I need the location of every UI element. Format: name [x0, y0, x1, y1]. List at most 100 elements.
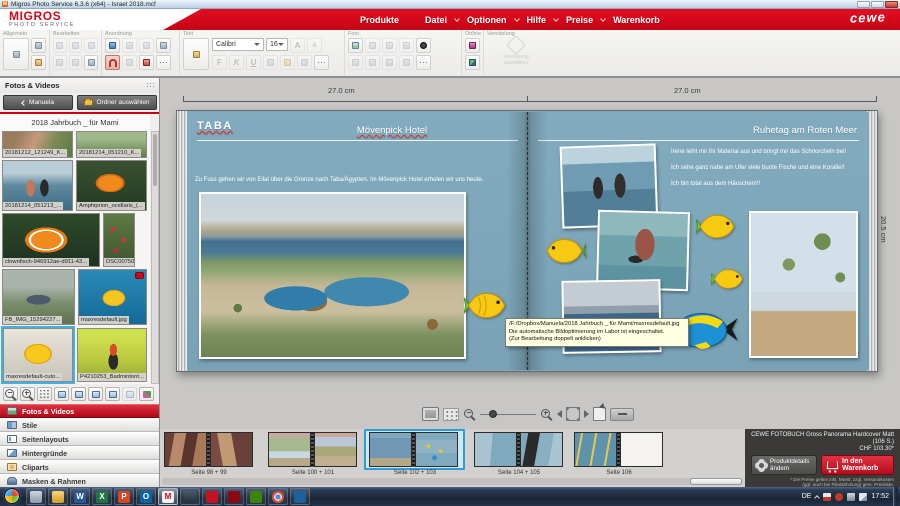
strip-scrollbar[interactable]	[162, 478, 743, 485]
menu-preise[interactable]: Preise	[566, 15, 593, 25]
notification-icon[interactable]	[835, 493, 843, 501]
rotate-view-button[interactable]	[593, 406, 606, 422]
foto-more-icon[interactable]	[416, 55, 431, 70]
photo-contrast-icon[interactable]	[416, 38, 431, 53]
photo-copy-icon[interactable]	[365, 38, 380, 53]
spread-thumbnail-100-101[interactable]	[268, 432, 357, 467]
photo-edit-icon[interactable]	[348, 55, 363, 70]
left-page-title[interactable]: Mövenpick Hotel	[267, 125, 517, 136]
print-photo-button[interactable]	[139, 387, 154, 401]
taskbar-icon-pc[interactable]	[290, 488, 310, 505]
left-page-body-text[interactable]: Zu Fuss gehen wir von Eilat über die Gre…	[195, 176, 520, 184]
zoom-out-button[interactable]	[463, 406, 476, 422]
sidebar-item-stile[interactable]: Stile	[0, 418, 159, 432]
fit-to-window-button[interactable]	[566, 406, 580, 422]
taskbar-icon-app-4[interactable]	[246, 488, 266, 505]
veredelung-button[interactable]: Veredelung auswählen	[487, 38, 545, 66]
yellow-fish-clipart[interactable]	[544, 235, 586, 267]
photo-thumbnail[interactable]: FB_IMG_15294227...	[2, 269, 75, 325]
yellow-fish-clipart[interactable]	[464, 289, 508, 322]
strip-scrollbar-thumb[interactable]	[690, 478, 742, 485]
font-larger-button[interactable]: A	[290, 38, 305, 53]
font-family-select[interactable]: Calibri	[212, 38, 264, 51]
flag-icon[interactable]	[823, 493, 831, 501]
cut-icon[interactable]	[53, 55, 67, 70]
zoom-slider[interactable]	[480, 407, 536, 421]
save-icon[interactable]	[31, 38, 46, 53]
font-color-button[interactable]	[263, 55, 278, 70]
zoom-in-button[interactable]	[540, 406, 553, 422]
product-details-button[interactable]: Produktdetailsändern	[751, 455, 817, 475]
align-info-icon[interactable]	[105, 38, 120, 53]
taskbar-icon-explorer[interactable]	[48, 488, 68, 505]
taba-logo-text[interactable]: TABA	[197, 120, 233, 132]
yellow-fish-clipart[interactable]	[711, 266, 745, 292]
photo-rotate-icon[interactable]	[382, 38, 397, 53]
taskbar-icon-app-2[interactable]	[202, 488, 222, 505]
next-spread-button[interactable]	[584, 406, 589, 422]
new-project-icon[interactable]	[3, 38, 29, 70]
photo-thumbnail[interactable]: 20181214_051213_...	[2, 160, 73, 211]
redo-icon[interactable]	[69, 38, 83, 53]
underline-button[interactable]: U	[246, 55, 261, 70]
volume-icon[interactable]	[859, 493, 867, 501]
close-button[interactable]	[885, 1, 898, 8]
filter-used-button[interactable]	[105, 387, 120, 401]
grid-view-button[interactable]	[37, 387, 52, 401]
photo-thumbnail[interactable]: DSC00750-...	[103, 213, 135, 267]
taskbar-icon-outlook[interactable]: O	[136, 488, 156, 505]
sidebar-item-cliparts[interactable]: Cliparts	[0, 460, 159, 474]
snap-magnet-icon[interactable]	[105, 55, 120, 70]
language-indicator[interactable]: DE	[802, 493, 812, 500]
right-page-text-1[interactable]: Irene leiht mir ihr Material aus und bri…	[671, 148, 846, 156]
sidebar-item-fotos-videos[interactable]: Fotos & Videos	[0, 404, 159, 418]
insert-text-icon[interactable]	[183, 38, 209, 70]
sort-button[interactable]	[54, 387, 69, 401]
add-to-cart-button[interactable]: In denWarenkorb	[821, 455, 894, 475]
photo-optimize-icon[interactable]	[348, 38, 363, 53]
group-icon[interactable]	[122, 55, 137, 70]
photo-clone-icon[interactable]	[365, 55, 380, 70]
rotate-right-icon[interactable]	[139, 38, 154, 53]
photo-thumbnail[interactable]: maxresdefault.jpg	[78, 269, 147, 325]
send-backward-icon[interactable]	[139, 55, 154, 70]
delete-icon[interactable]	[84, 38, 98, 53]
highlight-color-button[interactable]	[280, 55, 295, 70]
clear-format-button[interactable]	[297, 55, 312, 70]
minimize-button[interactable]	[857, 1, 870, 8]
scrollbar-thumb[interactable]	[153, 134, 157, 186]
menu-produkte[interactable]: Produkte	[360, 15, 399, 25]
online-upload-icon[interactable]	[465, 38, 480, 53]
single-page-view-button[interactable]	[422, 406, 439, 422]
menu-warenkorb[interactable]: Warenkorb	[613, 15, 660, 25]
right-page-text-3[interactable]: Ich bin total aus dem Häuschen!!!	[671, 180, 760, 188]
maximize-button[interactable]	[871, 1, 884, 8]
settings-icon[interactable]	[31, 55, 46, 70]
photo-thumbnail[interactable]: 20181212_121249_K...	[2, 131, 73, 158]
photo-thumbnail[interactable]: clownfisch-946912ae-d911-43...	[2, 213, 100, 267]
back-folder-button[interactable]: Manuela	[3, 95, 73, 110]
palm-beach-photo[interactable]	[749, 211, 858, 358]
menu-optionen[interactable]: Optionen	[467, 15, 507, 25]
panel-grip[interactable]	[146, 82, 156, 88]
bring-forward-icon[interactable]	[156, 38, 171, 53]
clock[interactable]: 17:52	[871, 493, 889, 500]
anordnung-more-icon[interactable]	[156, 55, 171, 70]
photo-thumbnail[interactable]: P4210253_Badmintont...	[77, 328, 147, 382]
menu-datei[interactable]: Datei	[425, 15, 447, 25]
start-button[interactable]	[4, 488, 20, 504]
spread-thumbnail-104-105[interactable]	[474, 432, 563, 467]
show-desktop-button[interactable]	[893, 487, 898, 506]
photo-thumbnail-selected[interactable]: maxresdefault-cuto...	[3, 328, 73, 382]
sidebar-item-masken-rahmen[interactable]: Masken & Rahmen	[0, 474, 159, 488]
spread-thumbnail-102-103-selected[interactable]	[369, 432, 458, 467]
taskbar-icon-app-3[interactable]	[224, 488, 244, 505]
paste-icon[interactable]	[84, 55, 98, 70]
photo-thumbnail[interactable]: 20181214_051210_K...	[76, 131, 147, 158]
copy-photo-button[interactable]	[122, 387, 137, 401]
yellow-fish-clipart[interactable]	[696, 211, 737, 242]
menu-hilfe[interactable]: Hilfe	[527, 15, 547, 25]
undo-icon[interactable]	[53, 38, 67, 53]
hidden-icons-chevron[interactable]	[815, 495, 821, 501]
taskbar-icon-migros-active[interactable]: M	[158, 488, 178, 505]
